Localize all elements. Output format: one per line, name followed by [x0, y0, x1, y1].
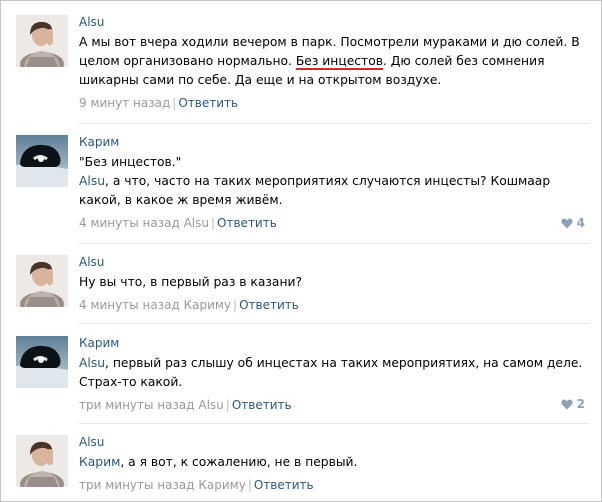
avatar[interactable]	[16, 135, 68, 187]
comment-meta: три минуты назад Alsu | Ответить	[79, 397, 589, 413]
divider	[79, 123, 589, 124]
reply-button[interactable]: Ответить	[232, 398, 292, 412]
timestamp[interactable]: три минуты назад	[79, 478, 195, 492]
like-button[interactable]: 2	[560, 396, 585, 412]
reply-to-name[interactable]: Кариму	[184, 298, 231, 312]
comment-meta: 4 минуты назад Alsu | Ответить	[79, 215, 589, 231]
comment-text: Карим, а я вот, к сожалению, не в первый…	[79, 453, 589, 472]
timestamp[interactable]: 9 минут назад	[79, 96, 170, 110]
comment-text: А мы вот вчера ходили вечером в парк. По…	[79, 33, 589, 90]
comment-meta: 9 минут назад | Ответить	[79, 95, 589, 111]
comment-text: Alsu, первый раз слышу об инцестах на та…	[79, 354, 589, 392]
heart-icon	[560, 399, 573, 410]
timestamp[interactable]: 4 минуты назад	[79, 216, 180, 230]
quote-text: "Без инцестов."	[79, 155, 182, 169]
reply-to-name[interactable]: Кариму	[198, 478, 245, 492]
avatar[interactable]	[16, 435, 68, 487]
underlined-phrase: Без инцестов	[295, 54, 383, 68]
comment-meta: три минуты назад Кариму | Ответить	[79, 477, 589, 493]
reply-to-name[interactable]: Alsu	[198, 398, 223, 412]
separator: |	[211, 216, 216, 230]
timestamp[interactable]: три минуты назад	[79, 398, 195, 412]
avatar[interactable]	[16, 255, 68, 307]
like-count: 2	[576, 397, 585, 411]
reply-button[interactable]: Ответить	[178, 96, 238, 110]
comment-text-part: , первый раз слышу об инцестах на таких …	[79, 356, 583, 389]
comments-thread: Alsu А мы вот вчера ходили вечером в пар…	[0, 0, 602, 502]
separator: |	[233, 298, 238, 312]
reply-to-name[interactable]: Alsu	[184, 216, 209, 230]
comment-meta: 4 минуты назад Кариму | Ответить	[79, 297, 589, 313]
author-name[interactable]: Карим	[79, 335, 589, 351]
comment-text: "Без инцестов." Alsu, а что, часто на та…	[79, 153, 589, 210]
separator: |	[247, 478, 252, 492]
like-count: 4	[576, 216, 585, 230]
reply-button[interactable]: Ответить	[239, 298, 299, 312]
divider	[79, 243, 589, 244]
author-name[interactable]: Alsu	[79, 14, 589, 30]
author-name[interactable]: Alsu	[79, 434, 589, 450]
reply-button[interactable]: Ответить	[217, 216, 277, 230]
divider	[79, 323, 589, 324]
mention-link[interactable]: Alsu	[79, 356, 105, 370]
comment-text: Ну вы что, в первый раз в казани?	[79, 275, 303, 289]
comment-text-part: , а я вот, к сожалению, не в первый.	[120, 455, 358, 469]
mention-link[interactable]: Alsu	[79, 174, 105, 188]
author-name[interactable]: Карим	[79, 134, 589, 150]
avatar[interactable]	[16, 15, 68, 67]
author-name[interactable]: Alsu	[79, 254, 589, 270]
like-button[interactable]: 4	[560, 215, 585, 231]
comment-text-part: , а что, часто на таких мероприятиях слу…	[79, 174, 551, 207]
separator: |	[225, 398, 230, 412]
reply-button[interactable]: Ответить	[254, 478, 314, 492]
comment-text-block: Alsu, а что, часто на таких мероприятиях…	[79, 172, 589, 210]
mention-link[interactable]: Карим	[79, 455, 120, 469]
heart-icon	[560, 218, 573, 229]
divider	[79, 423, 589, 424]
timestamp[interactable]: 4 минуты назад	[79, 298, 180, 312]
avatar[interactable]	[16, 336, 68, 388]
